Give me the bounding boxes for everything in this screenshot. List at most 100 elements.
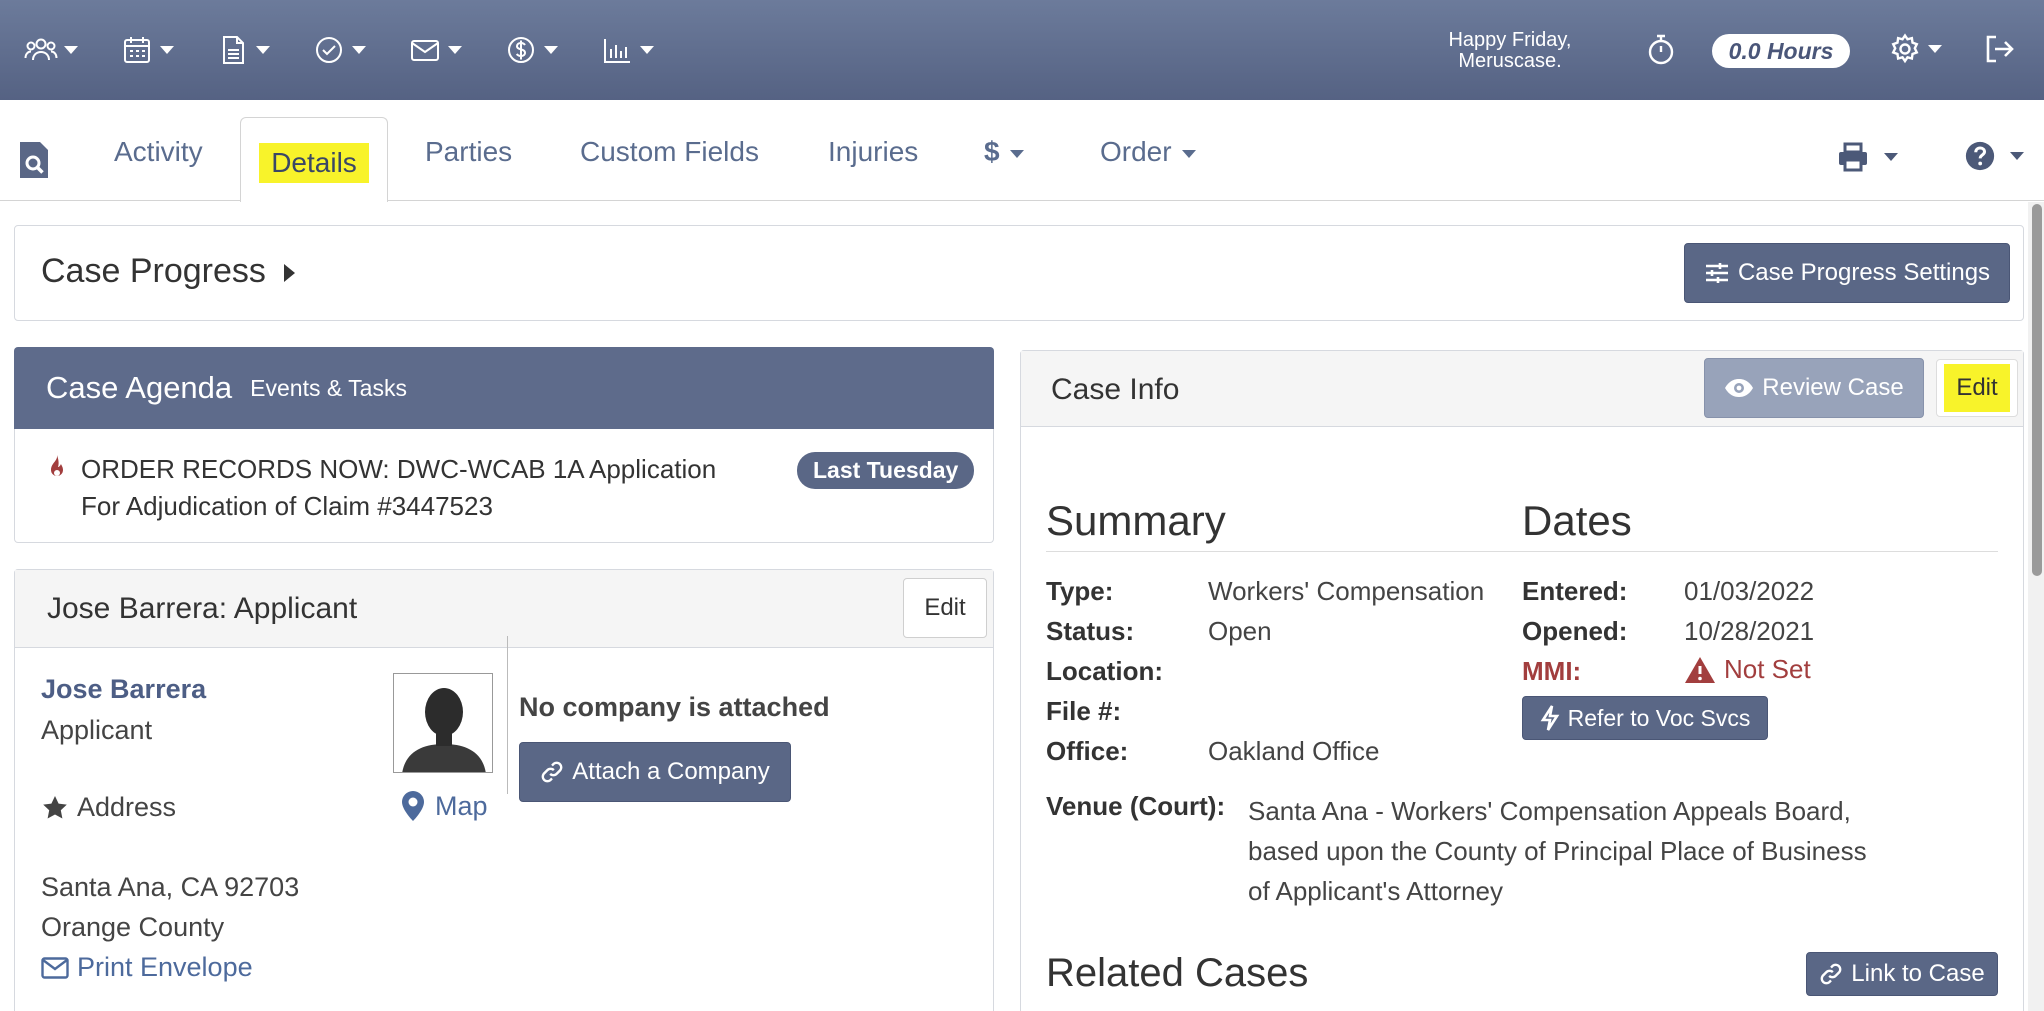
applicant-edit-button[interactable]: Edit: [903, 578, 987, 638]
case-agenda-title: Case Agenda: [46, 370, 233, 405]
case-info-header: Case Info Review Case Edit: [1021, 351, 2023, 427]
sliders-icon: [1705, 263, 1728, 283]
people-icon: [24, 38, 58, 61]
billing-menu[interactable]: [504, 33, 558, 67]
applicant-role: Applicant: [41, 715, 153, 745]
hours-counter[interactable]: 0.0 Hours: [1712, 34, 1850, 68]
fire-icon: [45, 453, 69, 488]
address-label-text: Address: [77, 792, 177, 822]
tab-activity[interactable]: Activity: [114, 136, 203, 168]
entered-label: Entered:: [1522, 576, 1628, 606]
tab-billing-menu[interactable]: $: [984, 136, 1024, 168]
link-icon: [541, 761, 563, 783]
office-label: Office:: [1046, 736, 1129, 766]
agenda-task-item[interactable]: ORDER RECORDS NOW: DWC-WCAB 1A Applicati…: [81, 451, 841, 525]
link-to-case-button[interactable]: Link to Case: [1806, 952, 1998, 996]
greeting-line-2: Meruscase.: [1458, 50, 1562, 72]
applicant-name-link[interactable]: Jose Barrera: [41, 674, 206, 705]
review-case-button[interactable]: Review Case: [1704, 358, 1924, 418]
case-agenda-subtitle: Events & Tasks: [250, 374, 407, 401]
status-label: Status:: [1046, 616, 1135, 646]
tasks-menu[interactable]: [312, 33, 366, 67]
case-progress-panel: Case Progress Case Progress Settings: [14, 225, 2024, 321]
tab-details-label: Details: [259, 143, 369, 183]
envelope-icon: [411, 40, 439, 61]
case-progress-settings-button[interactable]: Case Progress Settings: [1684, 243, 2010, 303]
question-circle-icon: [1965, 141, 1995, 171]
chevron-down-icon: [256, 46, 270, 54]
case-info-title: Case Info: [1051, 373, 1180, 406]
tab-order-menu[interactable]: Order: [1100, 136, 1196, 168]
tab-custom-fields[interactable]: Custom Fields: [580, 136, 759, 168]
print-envelope-link[interactable]: Print Envelope: [41, 952, 253, 983]
agenda-task-line-1: ORDER RECORDS NOW: DWC-WCAB 1A Applicati…: [81, 454, 717, 484]
timer-button[interactable]: [1645, 32, 1677, 71]
tab-parties[interactable]: Parties: [425, 136, 512, 168]
map-label: Map: [435, 790, 488, 821]
messages-menu[interactable]: [408, 33, 462, 67]
chevron-down-icon: [2010, 152, 2024, 160]
calendar-menu[interactable]: [120, 33, 174, 67]
logout-button[interactable]: [1982, 32, 2016, 71]
check-circle-icon: [316, 37, 342, 63]
due-date-badge: Last Tuesday: [797, 452, 975, 489]
no-company-message: No company is attached: [519, 692, 830, 722]
applicant-panel-title: Jose Barrera: Applicant: [47, 592, 358, 625]
settings-menu[interactable]: [1888, 32, 1942, 66]
chevron-down-icon: [448, 46, 462, 54]
link-icon: [1820, 963, 1842, 985]
chevron-down-icon: [352, 46, 366, 54]
printer-icon: [1839, 142, 1867, 172]
mmi-value-text: Not Set: [1724, 654, 1811, 684]
case-agenda-header: Case Agenda Events & Tasks: [14, 347, 994, 429]
dates-heading: Dates: [1522, 497, 1632, 544]
tab-order-label: Order: [1100, 136, 1172, 167]
applicant-city: Santa Ana, CA 92703: [41, 872, 300, 902]
person-silhouette-icon: [394, 674, 492, 772]
case-progress-toggle[interactable]: Case Progress: [41, 252, 295, 291]
reports-menu[interactable]: [600, 33, 654, 67]
print-menu[interactable]: [1836, 140, 1898, 174]
mmi-label: MMI:: [1522, 656, 1582, 686]
status-value: Open: [1208, 616, 1272, 646]
chevron-down-icon: [1884, 153, 1898, 161]
chevron-down-icon: [1181, 149, 1196, 158]
mmi-value: Not Set: [1684, 654, 1811, 685]
greeting-text: Happy Friday, Meruscase.: [1420, 30, 1600, 72]
type-label: Type:: [1046, 576, 1114, 606]
top-navigation-bar: Happy Friday, Meruscase. 0.0 Hours: [0, 0, 2044, 100]
applicant-county: Orange County: [41, 912, 225, 942]
scrollbar-thumb[interactable]: [2032, 204, 2042, 576]
attach-company-button[interactable]: Attach a Company: [519, 742, 791, 802]
chevron-down-icon: [1928, 45, 1942, 53]
tab-injuries[interactable]: Injuries: [828, 136, 918, 168]
people-menu[interactable]: [24, 33, 78, 67]
case-info-panel: Case Info Review Case Edit Summary Dates…: [1020, 350, 2024, 1011]
help-menu[interactable]: [1964, 140, 2024, 172]
tab-details[interactable]: Details: [240, 117, 388, 202]
star-icon: [43, 795, 67, 818]
divider: [1046, 551, 1998, 552]
dollar-sign: $: [984, 136, 1000, 167]
divider: [507, 636, 508, 794]
agenda-task-line-2: For Adjudication of Claim #3447523: [81, 491, 493, 521]
applicant-panel-header: Jose Barrera: Applicant Edit: [15, 570, 993, 648]
chevron-down-icon: [64, 46, 78, 54]
case-info-edit-button[interactable]: Edit: [1936, 359, 2018, 417]
link-to-case-label: Link to Case: [1851, 960, 1985, 987]
applicant-panel: Jose Barrera: Applicant Edit Jose Barrer…: [14, 569, 994, 1011]
avatar[interactable]: [393, 673, 493, 773]
related-cases-heading: Related Cases: [1046, 951, 1309, 995]
attach-company-label: Attach a Company: [572, 758, 770, 785]
location-label: Location:: [1046, 656, 1163, 686]
chevron-down-icon: [640, 46, 654, 54]
document-search-icon: [20, 142, 48, 178]
documents-menu[interactable]: [216, 33, 270, 67]
review-case-label: Review Case: [1762, 374, 1904, 401]
case-search-button[interactable]: [18, 140, 50, 185]
entered-value: 01/03/2022: [1684, 576, 1815, 606]
warning-icon: [1685, 656, 1715, 683]
map-link[interactable]: Map: [401, 790, 488, 822]
refer-voc-svcs-button[interactable]: Refer to Voc Svcs: [1522, 696, 1768, 740]
opened-value: 10/28/2021: [1684, 616, 1815, 646]
